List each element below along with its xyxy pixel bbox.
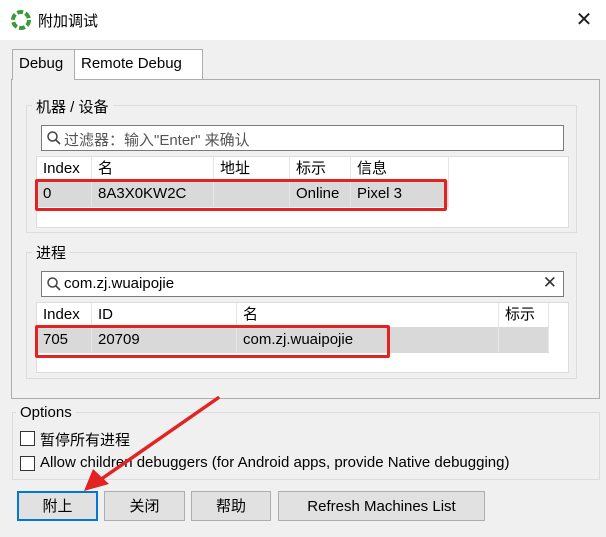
col-header-index[interactable]: Index [37,157,92,181]
col-header-index[interactable]: Index [37,303,92,327]
clear-filter-icon[interactable]: ✕ [543,273,557,293]
search-icon [47,277,61,291]
device-filter-placeholder: 过滤器：输入"Enter" 来确认 [64,132,250,149]
devices-group-label: 机器 / 设备 [32,96,113,117]
pause-all-processes-checkbox[interactable] [20,431,35,446]
col-header-address[interactable]: 地址 [214,157,290,181]
pause-all-processes-label[interactable]: 暂停所有进程 [40,429,130,450]
process-filter-value: com.zj.wuaipojie [64,275,175,292]
process-group-label: 进程 [32,242,71,263]
process-row-highlight [35,325,390,358]
window-title: 附加调试 [38,13,99,30]
search-icon [47,131,61,145]
refresh-machines-button[interactable]: Refresh Machines List [278,491,485,521]
allow-children-debuggers-label[interactable]: Allow children debuggers (for Android ap… [40,454,509,471]
tab-remote-debug[interactable]: Remote Debug [74,49,203,79]
process-filter-input[interactable]: com.zj.wuaipojie ✕ [41,271,564,297]
process-cell-flag[interactable] [499,328,549,352]
attach-button[interactable]: 附上 [17,491,98,521]
col-header-info[interactable]: 信息 [351,157,449,181]
col-header-id[interactable]: ID [92,303,237,327]
col-header-flag[interactable]: 标示 [499,303,549,327]
tab-debug[interactable]: Debug [12,49,75,80]
col-header-name[interactable]: 名 [92,157,214,181]
close-button[interactable]: 关闭 [104,491,185,521]
title-bar: 附加调试 ✕ [0,0,606,40]
app-logo-icon [11,10,31,30]
window-close-button[interactable]: ✕ [572,8,596,32]
col-header-name[interactable]: 名 [237,303,499,327]
col-header-status[interactable]: 标示 [290,157,351,181]
help-button[interactable]: 帮助 [191,491,271,521]
options-group-label: Options [16,404,76,421]
allow-children-debuggers-checkbox[interactable] [20,456,35,471]
device-filter-input[interactable]: 过滤器：输入"Enter" 来确认 [41,125,564,151]
device-row-highlight [35,179,447,211]
